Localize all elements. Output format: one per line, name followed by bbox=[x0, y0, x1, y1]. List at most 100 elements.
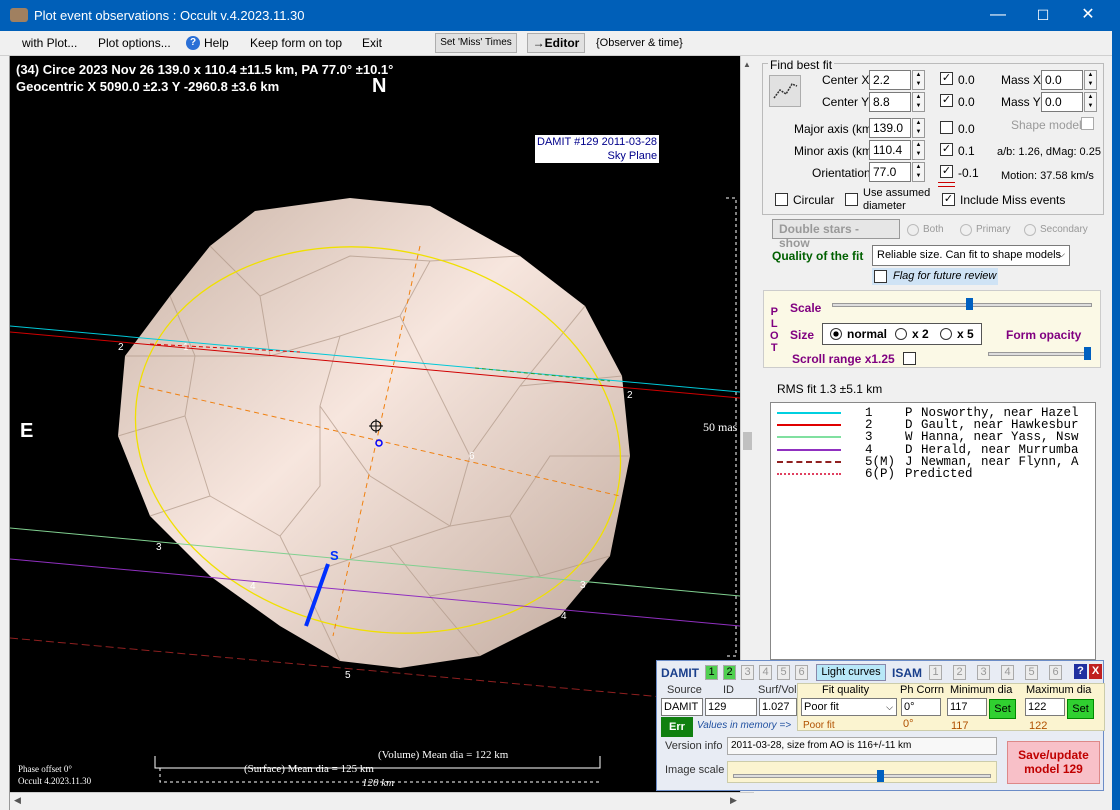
image-scale-slider[interactable] bbox=[733, 774, 991, 778]
quality-select[interactable]: Reliable size. Can fit to shape models ⌵ bbox=[872, 245, 1070, 266]
center-x-spinner[interactable]: ▲ ▼ bbox=[912, 70, 925, 90]
menu-help[interactable]: Help bbox=[204, 36, 229, 50]
chord-label: 6 bbox=[469, 451, 475, 462]
isam-tab-5[interactable]: 5 bbox=[1025, 665, 1038, 680]
opacity-slider-thumb[interactable] bbox=[1084, 347, 1091, 360]
major-axis-input[interactable]: 139.0 bbox=[869, 118, 911, 138]
scale-slider-thumb[interactable] bbox=[966, 298, 973, 310]
menu-plot-options[interactable]: Plot options... bbox=[98, 36, 171, 50]
damit-tab-3[interactable]: 3 bbox=[741, 665, 754, 680]
legend-row[interactable]: 6(P) Predicted bbox=[771, 467, 1095, 481]
damit-close-button[interactable]: X bbox=[1089, 664, 1102, 679]
maximize-button[interactable]: ☐ bbox=[1028, 4, 1058, 26]
version-info-field[interactable]: 2011-03-28, size from AO is 116+/-11 km bbox=[727, 737, 997, 755]
mass-x-spinner[interactable]: ▲ ▼ bbox=[1084, 70, 1097, 90]
isam-tab-3[interactable]: 3 bbox=[977, 665, 990, 680]
double-stars-button[interactable]: Double stars - show bbox=[772, 219, 900, 250]
size-x5-radio[interactable] bbox=[940, 328, 952, 340]
size-normal-radio[interactable] bbox=[830, 328, 842, 340]
volume-dia-label: (Volume) Mean dia = 122 km bbox=[378, 749, 509, 761]
secondary-radio[interactable] bbox=[1024, 224, 1036, 236]
occult-version: Occult 4.2023.11.30 bbox=[18, 776, 92, 786]
find-best-fit-label: Find best fit bbox=[768, 58, 835, 72]
minor-axis-input[interactable]: 110.4 bbox=[869, 140, 911, 160]
center-y-label: Center Y bbox=[822, 95, 870, 109]
damit-tab-1[interactable]: 1 bbox=[705, 665, 718, 680]
isam-tab-2[interactable]: 2 bbox=[953, 665, 966, 680]
orientation-input[interactable]: 77.0 bbox=[869, 162, 911, 182]
isam-tab-6[interactable]: 6 bbox=[1049, 665, 1062, 680]
app-icon bbox=[10, 8, 28, 22]
size-x2-radio[interactable] bbox=[895, 328, 907, 340]
damit-title: DAMIT bbox=[661, 666, 699, 680]
max-dia-field[interactable]: 122 bbox=[1025, 698, 1065, 716]
ph-corrn-field[interactable]: 0° bbox=[901, 698, 941, 716]
mass-y-input[interactable]: 0.0 bbox=[1041, 92, 1083, 112]
surf-vol-field[interactable]: 1.027 bbox=[759, 698, 797, 716]
chevron-down-icon: ⌵ bbox=[886, 702, 893, 712]
image-scale-thumb[interactable] bbox=[877, 770, 884, 782]
damit-tab-5[interactable]: 5 bbox=[777, 665, 790, 680]
menu-with-plot[interactable]: with Plot... bbox=[22, 36, 77, 50]
save-update-button[interactable]: Save/update model 129 bbox=[1007, 741, 1100, 784]
set-min-button[interactable]: Set bbox=[989, 699, 1016, 719]
plot-area[interactable]: (34) Circe 2023 Nov 26 139.0 x 110.4 ±11… bbox=[10, 56, 740, 792]
orientation-spinner[interactable]: ▲ ▼ bbox=[912, 162, 925, 182]
primary-radio[interactable] bbox=[960, 224, 972, 236]
chord-label: 5 bbox=[345, 670, 351, 681]
center-y-fit-checkbox[interactable]: ✓ bbox=[940, 94, 953, 107]
major-axis-spinner[interactable]: ▲ ▼ bbox=[912, 118, 925, 138]
circular-checkbox[interactable] bbox=[775, 193, 788, 206]
center-y-spinner[interactable]: ▲ ▼ bbox=[912, 92, 925, 112]
center-x-fit-checkbox[interactable]: ✓ bbox=[940, 72, 953, 85]
minimize-button[interactable]: — bbox=[983, 4, 1013, 26]
center-y-input[interactable]: 8.8 bbox=[869, 92, 911, 112]
source-field[interactable]: DAMIT bbox=[661, 698, 703, 716]
scroll-range-checkbox[interactable] bbox=[903, 352, 916, 365]
orientation-fit-checkbox[interactable]: ✓ bbox=[940, 165, 953, 178]
best-fit-button[interactable] bbox=[769, 75, 801, 107]
light-curves-button[interactable]: Light curves bbox=[816, 664, 886, 681]
plot-horizontal-scrollbar[interactable]: ◀ ▶ bbox=[10, 792, 754, 810]
mass-x-input[interactable]: 0.0 bbox=[1041, 70, 1083, 90]
include-miss-checkbox[interactable]: ✓ bbox=[942, 193, 955, 206]
id-field[interactable]: 129 bbox=[705, 698, 757, 716]
mem-max-dia: 122 bbox=[1029, 720, 1048, 732]
chord-label: 4 bbox=[561, 611, 567, 622]
set-max-button[interactable]: Set bbox=[1067, 699, 1094, 719]
observers-legend[interactable]: 1 P Nosworthy, near Hazel 2 D Gault, near Haw… bbox=[770, 402, 1096, 660]
menu-keep-on-top[interactable]: Keep form on top bbox=[250, 36, 342, 50]
minor-fit-checkbox[interactable]: ✓ bbox=[940, 143, 953, 156]
editor-button[interactable]: →Editor bbox=[527, 33, 585, 53]
shape-model-label: Shape model bbox=[1011, 118, 1082, 132]
fit-quality-select[interactable]: Poor fit ⌵ bbox=[801, 698, 897, 716]
shape-model-checkbox[interactable] bbox=[1081, 117, 1094, 130]
event-summary: (34) Circe 2023 Nov 26 139.0 x 110.4 ±11… bbox=[16, 62, 394, 77]
minor-axis-spinner[interactable]: ▲ ▼ bbox=[912, 140, 925, 160]
scale-slider[interactable] bbox=[832, 303, 1092, 307]
center-x-input[interactable]: 2.2 bbox=[869, 70, 911, 90]
damit-tab-4[interactable]: 4 bbox=[759, 665, 772, 680]
menu-exit[interactable]: Exit bbox=[362, 36, 382, 50]
center-x-step: 0.0 bbox=[958, 73, 975, 87]
damit-tab-6[interactable]: 6 bbox=[795, 665, 808, 680]
damit-tab-2[interactable]: 2 bbox=[723, 665, 736, 680]
damit-help-button[interactable]: ? bbox=[1074, 664, 1087, 679]
legend-swatch bbox=[777, 473, 841, 475]
min-dia-field[interactable]: 117 bbox=[947, 698, 987, 716]
size-x2-label: x 2 bbox=[912, 327, 929, 341]
flag-review-checkbox[interactable] bbox=[874, 270, 887, 283]
isam-tab-1[interactable]: 1 bbox=[929, 665, 942, 680]
use-assumed-checkbox[interactable] bbox=[845, 193, 858, 206]
both-radio[interactable] bbox=[907, 224, 919, 236]
legend-swatch bbox=[777, 412, 841, 414]
err-button[interactable]: Err bbox=[661, 717, 693, 737]
set-miss-times-button[interactable]: Set 'Miss' Times bbox=[435, 33, 517, 53]
close-button[interactable]: ✕ bbox=[1073, 4, 1103, 26]
mass-y-spinner[interactable]: ▲ ▼ bbox=[1084, 92, 1097, 112]
chord-label: 2 bbox=[118, 342, 124, 353]
opacity-slider[interactable] bbox=[988, 352, 1088, 356]
major-fit-checkbox[interactable] bbox=[940, 121, 953, 134]
both-label: Both bbox=[923, 224, 944, 235]
isam-tab-4[interactable]: 4 bbox=[1001, 665, 1014, 680]
